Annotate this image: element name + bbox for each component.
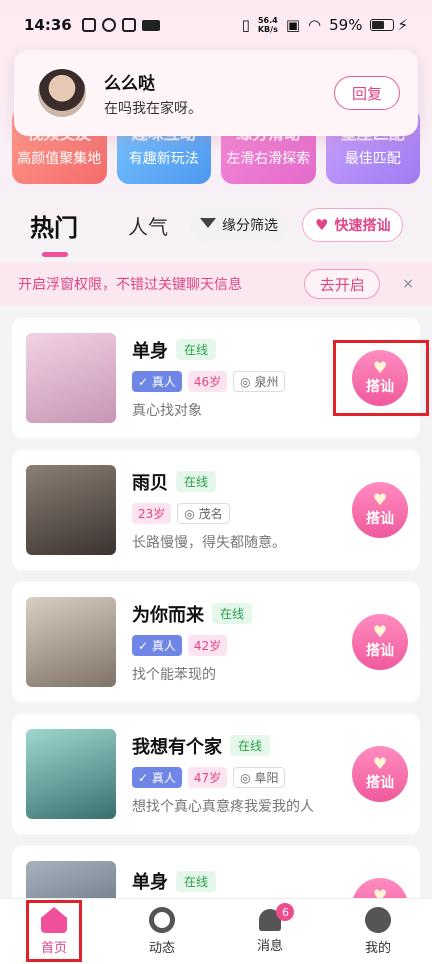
nav-messages-label: 消息: [256, 939, 283, 954]
age-badge: 46岁: [187, 370, 228, 392]
vibrate-icon: ▯: [241, 16, 250, 34]
user-photo[interactable]: [26, 729, 116, 819]
enable-permission-button[interactable]: 去开启: [304, 269, 381, 299]
greet-button[interactable]: ♥ 搭讪: [352, 614, 408, 670]
close-icon[interactable]: ×: [402, 276, 414, 292]
list-item[interactable]: 为你而来 在线 ✓ 真人 42岁 找个能苯现的 ♥ 搭讪: [12, 582, 420, 702]
online-badge: 在线: [176, 339, 217, 360]
age-badge: 23岁: [132, 502, 172, 524]
net-speed-value: 56.4: [257, 16, 278, 25]
tab-popular[interactable]: 人气: [128, 211, 168, 240]
greet-button[interactable]: ♥ 搭讪: [352, 482, 408, 538]
category-subtitle: 有趣新玩法: [128, 151, 199, 167]
app-tag-icon: [141, 19, 160, 31]
verified-badge: ✓ 真人: [132, 634, 182, 656]
reply-button[interactable]: 回复: [334, 76, 400, 110]
age-badge: 42岁: [187, 634, 228, 656]
permission-text: 开启浮窗权限，不错过关键聊天信息: [18, 277, 242, 293]
user-photo[interactable]: [26, 465, 116, 555]
greet-label: 搭讪: [366, 643, 394, 659]
user-name: 我想有个家: [132, 736, 222, 758]
location-badge: ◎ 泉州: [233, 370, 286, 392]
notification-sender: 么么哒: [104, 73, 155, 94]
quick-chat-label: 快速搭讪: [334, 218, 391, 234]
verified-label: 真人: [151, 638, 176, 653]
online-badge: 在线: [212, 603, 253, 624]
location-label: 茂名: [198, 506, 223, 521]
network-speed: 56.4 KB/s: [258, 16, 278, 34]
greet-label: 搭讪: [366, 511, 394, 527]
verified-badge: ✓ 真人: [132, 766, 182, 788]
feed-icon: [149, 907, 175, 933]
battery-percent: 59%: [329, 16, 363, 34]
nav-me-label: 我的: [364, 941, 391, 956]
location-label: 阜阳: [254, 770, 279, 785]
category-subtitle: 高颜值聚集地: [17, 151, 102, 167]
highlight-box: [26, 900, 82, 962]
location-badge: ◎ 茂名: [177, 502, 230, 524]
category-subtitle: 最佳匹配: [344, 151, 401, 167]
net-speed-unit: KB/s: [257, 25, 278, 34]
filter-button[interactable]: 缘分筛选: [190, 208, 288, 242]
tab-hot[interactable]: 热门: [30, 208, 78, 257]
quick-chat-button[interactable]: ♥ 快速搭讪: [302, 208, 404, 242]
battery-icon: ⚡: [370, 16, 408, 34]
heart-icon: ♥: [372, 490, 388, 509]
float-permission-bar: 开启浮窗权限，不错过关键聊天信息 去开启 ×: [0, 262, 432, 306]
category-subtitle: 左滑右滑探索: [226, 151, 311, 167]
highlight-box: [333, 340, 429, 416]
wifi-icon: ◠: [308, 16, 322, 34]
app-notification-icon: [81, 18, 96, 32]
nav-me[interactable]: 我的: [324, 899, 432, 964]
tiktok-icon: [121, 18, 136, 32]
user-bio: 想找个真心真意疼我爱我的人: [132, 798, 314, 815]
profile-icon: [365, 907, 391, 933]
location-badge: ◎ 阜阳: [233, 766, 286, 788]
user-bio: 找个能苯现的: [132, 666, 216, 683]
verified-badge: ✓ 真人: [132, 370, 182, 392]
sim-icon: ▣: [285, 16, 301, 34]
filter-label: 缘分筛选: [222, 218, 278, 234]
verified-label: 真人: [151, 770, 176, 785]
list-item[interactable]: 雨贝 在线 23岁 ◎ 茂名 长路慢慢，得失都随意。 ♥ 搭讪: [12, 450, 420, 570]
heart-icon: ♥: [315, 216, 329, 234]
online-badge: 在线: [176, 870, 217, 892]
online-badge: 在线: [176, 471, 217, 492]
user-photo[interactable]: [26, 597, 116, 687]
tab-bar: 热门 人气 缘分筛选 ♥ 快速搭讪: [0, 200, 432, 257]
online-badge: 在线: [230, 735, 271, 756]
user-name: 单身: [132, 872, 168, 893]
greet-label: 搭讪: [366, 775, 394, 791]
heart-icon: ♥: [372, 754, 388, 773]
user-photo[interactable]: [26, 333, 116, 423]
list-item[interactable]: 我想有个家 在线 ✓ 真人 47岁 ◎ 阜阳 想找个真心真意疼我爱我的人 ♥ 搭…: [12, 714, 420, 834]
verified-label: 真人: [151, 374, 176, 389]
nav-messages[interactable]: 6 消息: [216, 899, 324, 964]
user-bio: 长路慢慢，得失都随意。: [132, 534, 286, 551]
nav-feed-label: 动态: [148, 941, 175, 956]
avatar: [36, 67, 88, 119]
user-bio: 真心找对象: [132, 402, 202, 419]
nav-feed[interactable]: 动态: [108, 899, 216, 964]
filter-icon: [200, 217, 216, 233]
message-notification[interactable]: 么么哒 在吗我在家呀。 回复: [14, 50, 418, 136]
location-label: 泉州: [254, 374, 279, 389]
greet-button[interactable]: ♥ 搭讪: [352, 746, 408, 802]
media-notification-icon: [101, 18, 116, 32]
heart-icon: ♥: [372, 622, 388, 641]
user-name: 单身: [132, 340, 168, 362]
user-name: 为你而来: [132, 604, 204, 626]
unread-badge: 6: [276, 903, 295, 921]
status-bar: 14:36 ▯ 56.4 KB/s ▣ ◠ 59% ⚡: [0, 0, 432, 50]
age-badge: 47岁: [187, 766, 228, 788]
user-name: 雨贝: [132, 472, 168, 494]
notification-message: 在吗我在家呀。: [104, 100, 202, 117]
status-time: 14:36: [24, 16, 72, 34]
status-notification-icons: [81, 18, 160, 32]
